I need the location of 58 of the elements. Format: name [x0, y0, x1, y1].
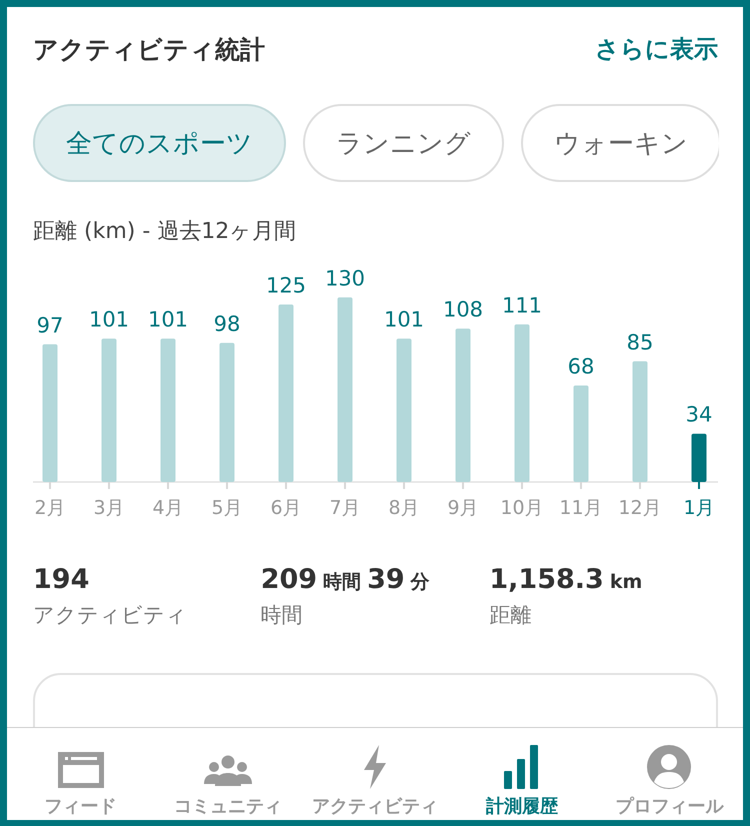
- nav-tab[interactable]: フィード: [7, 728, 154, 820]
- stat-value: 209: [260, 564, 318, 595]
- value-label: 97: [36, 313, 64, 338]
- month-label: 3月: [93, 497, 125, 519]
- bar[interactable]: [514, 324, 530, 482]
- value-label: 101: [384, 308, 424, 332]
- bar[interactable]: [102, 338, 116, 482]
- value-label: 108: [442, 298, 484, 322]
- month-label: 6月: [270, 497, 302, 519]
- stat-value: 1,158.3: [489, 564, 604, 595]
- section-title: アクティビティ統計: [33, 34, 265, 66]
- stat-label: アクティビティ: [33, 602, 188, 629]
- month-label: 1月: [683, 497, 715, 519]
- sport-filter-chip[interactable]: ランニング: [303, 104, 504, 182]
- stat-value: 時間: [323, 570, 362, 595]
- bar[interactable]: [278, 304, 294, 482]
- month-label: 4月: [152, 497, 184, 519]
- month-label: 11月: [559, 497, 603, 519]
- nav-tab[interactable]: アクティビティ: [301, 728, 449, 820]
- value-label: 98: [214, 312, 240, 336]
- chart-subtitle: 距離 (km) - 過去12ヶ月間: [33, 218, 298, 246]
- show-more-link[interactable]: さらに表示: [595, 33, 718, 65]
- month-label: 2月: [34, 497, 66, 519]
- month-label: 10月: [500, 497, 544, 519]
- month-label: 7月: [329, 497, 361, 519]
- sport-filter-chip[interactable]: 全てのスポーツ: [33, 104, 286, 182]
- bar[interactable]: [396, 338, 412, 482]
- bar[interactable]: [456, 328, 470, 482]
- sport-filter-chip[interactable]: ウォーキン: [521, 104, 719, 182]
- month-label: 12月: [618, 497, 662, 519]
- bar[interactable]: [574, 385, 588, 482]
- bar[interactable]: [338, 297, 352, 482]
- bar[interactable]: [160, 338, 176, 482]
- bar[interactable]: [692, 434, 706, 482]
- nav-tab[interactable]: 計測履歴: [448, 728, 596, 820]
- bar[interactable]: [42, 344, 58, 482]
- stat-value: 194: [33, 564, 90, 595]
- value-label: 34: [686, 402, 712, 427]
- bar[interactable]: [220, 342, 234, 482]
- month-label: 8月: [388, 497, 420, 519]
- value-label: 85: [626, 330, 654, 354]
- stat-label: 時間: [260, 602, 304, 629]
- stat-value: km: [610, 571, 642, 593]
- bar[interactable]: [632, 361, 648, 482]
- value-label: 111: [502, 293, 542, 318]
- feed-icon: [56, 750, 106, 790]
- stat-value: 分: [410, 570, 430, 595]
- month-label: 5月: [211, 497, 243, 519]
- value-label: 68: [568, 354, 594, 378]
- value-label: 125: [266, 274, 306, 298]
- nav-tab[interactable]: プロフィール: [596, 728, 743, 820]
- stat-value: 39: [367, 564, 405, 595]
- stat-label: 距離: [489, 602, 532, 629]
- value-label: 101: [88, 308, 130, 332]
- nav-tab[interactable]: コミュニティ: [154, 728, 302, 820]
- value-label: 130: [324, 266, 366, 290]
- value-label: 101: [148, 308, 188, 332]
- month-label: 9月: [447, 497, 479, 519]
